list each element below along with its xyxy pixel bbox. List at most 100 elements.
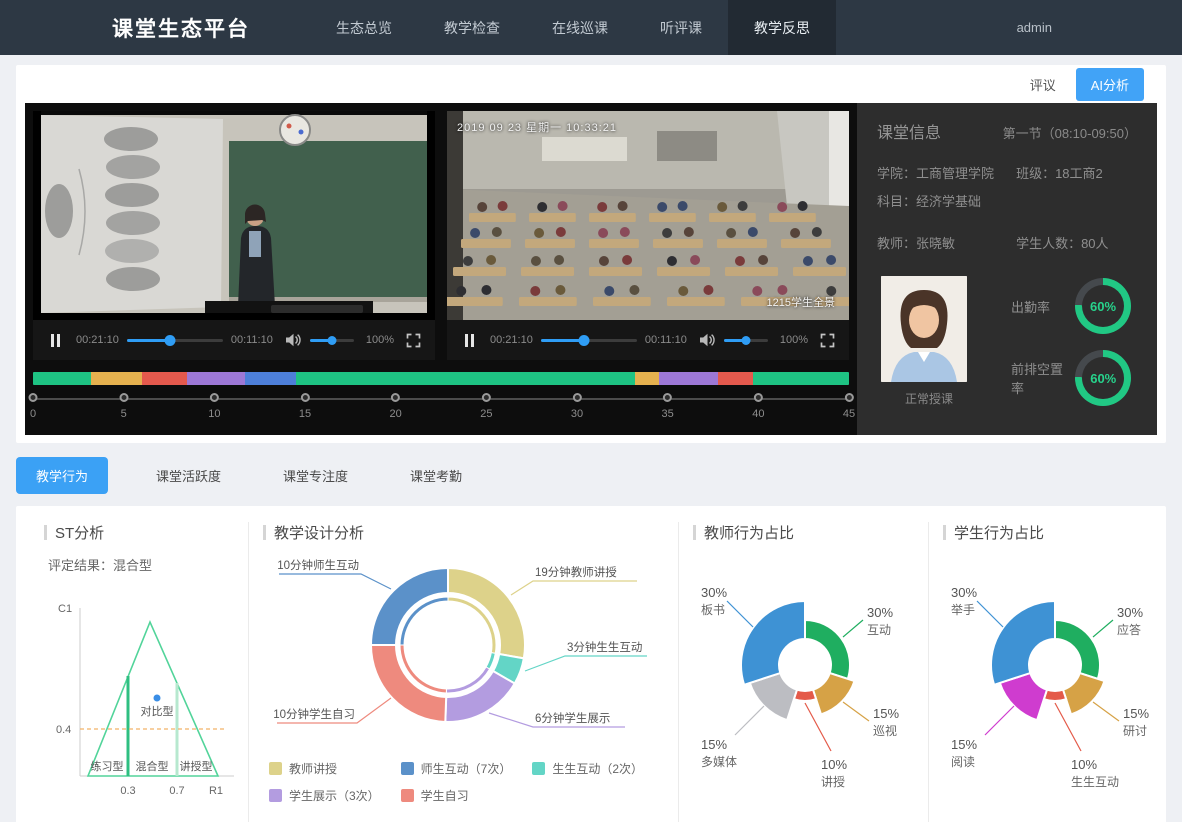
volume-percent: 100% (366, 334, 394, 346)
svg-text:0.3: 0.3 (120, 785, 135, 797)
svg-text:30%: 30% (1117, 605, 1143, 620)
tab[interactable]: 课堂考勤 (396, 457, 476, 494)
progress-slider[interactable] (127, 339, 223, 342)
legend-item[interactable]: 学生展示（3次） (269, 787, 401, 804)
title-bar-decoration (44, 525, 47, 540)
svg-text:C1: C1 (58, 603, 72, 615)
teacher-title-text: 教师行为占比 (704, 522, 794, 543)
timeline-segment[interactable] (296, 372, 635, 385)
nav-item[interactable]: 在线巡课 (526, 0, 634, 55)
svg-text:10%: 10% (1071, 757, 1097, 772)
nav-item[interactable]: 生态总览 (310, 0, 418, 55)
timeline-tick: 15 (299, 393, 311, 420)
duration: 00:11:10 (645, 334, 687, 346)
behavior-timeline-bar[interactable] (33, 372, 849, 385)
timeline-segment[interactable] (635, 372, 659, 385)
svg-text:阅读: 阅读 (951, 755, 975, 769)
volume-icon[interactable] (285, 333, 302, 347)
svg-text:讲授: 讲授 (821, 774, 845, 789)
timeline-segment[interactable] (659, 372, 719, 385)
student-panel-title: 学生行为占比 (943, 522, 1182, 543)
st-title-text: ST分析 (55, 522, 104, 543)
fullscreen-icon[interactable] (406, 333, 421, 348)
attendance-gauge: 60% (1075, 278, 1131, 334)
svg-text:R1: R1 (209, 785, 223, 797)
volume-slider[interactable] (310, 339, 354, 342)
nav-item[interactable]: 教学检查 (418, 0, 526, 55)
pause-icon[interactable] (465, 334, 474, 347)
timeline-segment[interactable] (91, 372, 142, 385)
timeline-tick: 10 (208, 393, 220, 420)
st-result: 评定结果：混合型 (48, 555, 238, 574)
svg-text:多媒体: 多媒体 (701, 755, 737, 769)
svg-text:19分钟教师讲授: 19分钟教师讲授 (535, 565, 617, 579)
teacher-behavior-rose: 30%互动15%巡视10%讲授15%多媒体30%板书 (693, 543, 918, 810)
svg-text:巡视: 巡视 (873, 723, 897, 738)
teacher-video-screen[interactable] (33, 111, 435, 320)
analysis-tabs: 教学行为课堂活跃度课堂专注度课堂考勤 (16, 457, 1166, 494)
nav-item[interactable]: 听评课 (634, 0, 728, 55)
attendance-label: 出勤率 (1011, 297, 1050, 316)
timeline-tick: 5 (119, 393, 128, 420)
timeline-tick: 30 (571, 393, 583, 420)
pause-icon[interactable] (51, 334, 60, 347)
ai-analysis-button[interactable]: AI分析 (1076, 68, 1144, 101)
st-panel-title: ST分析 (44, 522, 238, 543)
current-time: 00:21:10 (76, 334, 119, 346)
classroom-video-controls: 00:21:10 00:11:10 100% (447, 320, 849, 360)
tab[interactable]: 教学行为 (16, 457, 108, 494)
svg-text:互动: 互动 (867, 623, 891, 637)
nav-menu: 生态总览教学检查在线巡课听评课教学反思 (310, 0, 836, 55)
students-field: 学生人数：80人 (1016, 233, 1137, 252)
tab[interactable]: 课堂专注度 (269, 457, 362, 494)
current-time: 00:21:10 (490, 334, 533, 346)
panel-teaching-design: 教学设计分析 19分钟教师讲授3分钟生生互动6分钟学生展示10分钟学生自习10分… (248, 522, 678, 822)
class-session: 第一节（08:10-09:50） (1003, 123, 1137, 142)
teacher-video-scene (33, 111, 435, 320)
timeline-segment[interactable] (33, 372, 91, 385)
volume-slider[interactable] (724, 339, 768, 342)
duration: 00:11:10 (231, 334, 273, 346)
legend-item[interactable]: 教师讲授 (269, 760, 401, 777)
timeline-segment[interactable] (753, 372, 849, 385)
design-panel-title: 教学设计分析 (263, 522, 668, 543)
nav-item[interactable]: 教学反思 (728, 0, 836, 55)
timeline-segment[interactable] (718, 372, 752, 385)
legend-item[interactable]: 生生互动（2次） (532, 760, 664, 777)
user-menu[interactable]: admin (1017, 0, 1182, 55)
teacher-video: 00:21:10 00:11:10 100% (33, 111, 435, 360)
student-behavior-rose: 30%应答15%研讨10%生生互动15%阅读30%举手 (943, 543, 1182, 810)
timeline-segment[interactable] (245, 372, 296, 385)
classroom-video-screen[interactable]: 2019 09 23 星期一 10:33:21 1215学生全景 (447, 111, 849, 320)
timeline-segment[interactable] (142, 372, 187, 385)
volume-icon[interactable] (699, 333, 716, 347)
teacher-field: 教师：张晓敏 (877, 233, 1016, 252)
progress-slider[interactable] (541, 339, 637, 342)
svg-text:混合型: 混合型 (136, 759, 169, 773)
fullscreen-icon[interactable] (820, 333, 835, 348)
panel-student-behavior: 学生行为占比 30%应答15%研讨10%生生互动15%阅读30%举手 (928, 522, 1182, 822)
class-info-panel: 课堂信息 第一节（08:10-09:50） 学院：工商管理学院 班级：18工商2… (857, 103, 1157, 435)
design-title-text: 教学设计分析 (274, 522, 364, 543)
svg-text:15%: 15% (873, 706, 899, 721)
svg-text:30%: 30% (951, 585, 977, 600)
review-link[interactable]: 评议 (1030, 75, 1056, 94)
tab[interactable]: 课堂活跃度 (142, 457, 235, 494)
design-legend: 教师讲授师生互动（7次）生生互动（2次） 学生展示（3次）学生自习 (263, 760, 668, 814)
timeline-segment[interactable] (187, 372, 245, 385)
title-bar-decoration (263, 525, 266, 540)
svg-text:0.7: 0.7 (169, 785, 184, 797)
teacher-status: 正常授课 (881, 390, 977, 407)
svg-text:对比型: 对比型 (141, 704, 174, 718)
video-zone: 00:21:10 00:11:10 100% (25, 103, 857, 435)
title-bar-decoration (693, 525, 696, 540)
timeline-tick: 40 (752, 393, 764, 420)
svg-text:15%: 15% (701, 737, 727, 752)
teacher-photo (881, 276, 967, 382)
teacher-video-controls: 00:21:10 00:11:10 100% (33, 320, 435, 360)
svg-text:10%: 10% (821, 757, 847, 772)
timeline-ruler[interactable]: 051015202530354045 (33, 393, 849, 427)
svg-text:6分钟学生展示: 6分钟学生展示 (535, 711, 610, 725)
legend-item[interactable]: 学生自习 (401, 787, 533, 804)
legend-item[interactable]: 师生互动（7次） (401, 760, 533, 777)
